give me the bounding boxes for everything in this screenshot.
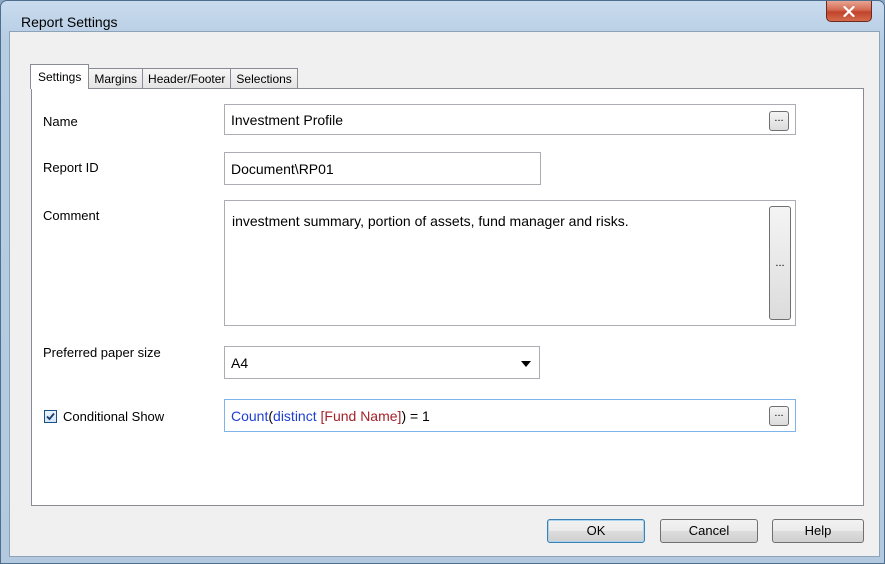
tab-margins[interactable]: Margins	[88, 68, 144, 89]
conditional-ellipsis-button[interactable]: ...	[769, 406, 789, 426]
paper-size-label: Preferred paper size	[43, 345, 161, 360]
tab-settings[interactable]: Settings	[30, 64, 90, 89]
report-settings-dialog: Report Settings Settings Margins Header/…	[0, 0, 885, 564]
paper-size-select[interactable]: A4	[224, 346, 540, 379]
comment-ellipsis-button[interactable]: ...	[769, 206, 791, 320]
expr-field: [Fund Name]	[320, 407, 402, 424]
comment-label: Comment	[43, 208, 100, 223]
conditional-expression-input[interactable]: Count(distinct [Fund Name]) = 1	[224, 399, 796, 432]
name-value: Investment Profile	[231, 111, 344, 128]
tab-selections[interactable]: Selections	[230, 68, 298, 89]
ok-button[interactable]: OK	[547, 519, 645, 543]
expr-keyword: distinct	[273, 407, 317, 424]
conditional-show-checkbox[interactable]	[44, 410, 57, 423]
tab-strip: Settings Margins Header/Footer Selection…	[30, 63, 298, 89]
title-bar[interactable]: Report Settings	[1, 1, 885, 33]
name-input[interactable]: Investment Profile	[224, 104, 796, 135]
comment-value: investment summary, portion of assets, f…	[232, 213, 629, 229]
close-button[interactable]	[826, 1, 872, 22]
comment-textarea[interactable]: investment summary, portion of assets, f…	[224, 200, 796, 326]
cancel-button[interactable]: Cancel	[660, 519, 758, 543]
checkmark-icon	[46, 412, 55, 421]
conditional-show-label: Conditional Show	[63, 409, 165, 424]
expr-rest: ) = 1	[401, 407, 430, 424]
help-button[interactable]: Help	[772, 519, 864, 543]
report-id-value: Document\RP01	[231, 160, 334, 177]
chevron-down-icon	[521, 361, 531, 367]
paper-size-value: A4	[231, 354, 249, 371]
name-label: Name	[43, 114, 78, 129]
window-title: Report Settings	[21, 14, 118, 30]
report-id-input[interactable]: Document\RP01	[224, 152, 541, 185]
close-icon	[843, 5, 855, 17]
name-ellipsis-button[interactable]: ...	[769, 111, 789, 131]
report-id-label: Report ID	[43, 160, 99, 175]
expr-function: Count	[231, 407, 269, 424]
tab-header-footer[interactable]: Header/Footer	[142, 68, 232, 89]
settings-panel: Name Investment Profile ... Report ID Do…	[31, 88, 864, 506]
